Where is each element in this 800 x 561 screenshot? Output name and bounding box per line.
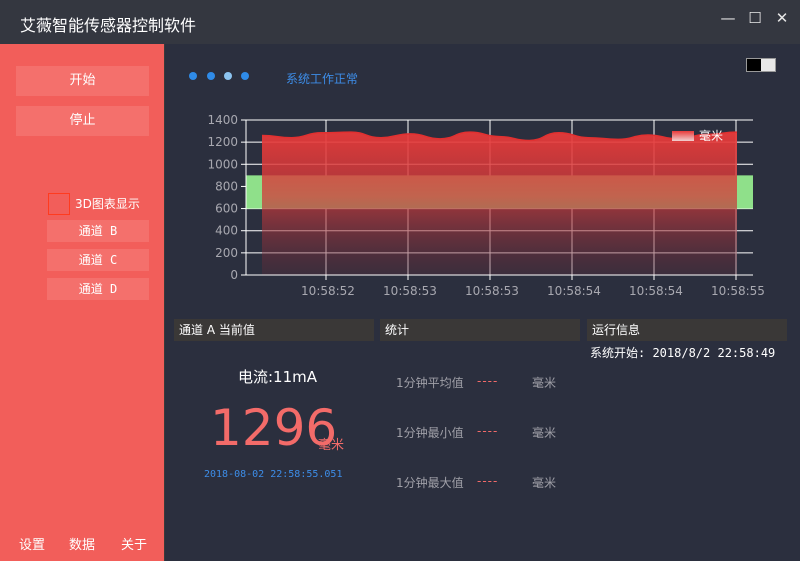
stat-min-label: 1分钟最小值 [396,426,464,440]
sensor-chart: 0 200 400 600 800 1000 1200 1400 10:58:52 10:58:5… [207,113,765,298]
maximize-button[interactable]: ☐ [743,8,767,28]
status-dot [224,72,232,80]
y-tick-label: 1400 [207,113,238,127]
sidebar: 开始 停止 3D图表显示 通道 B 通道 C 通道 D 设置 数据 关于 [0,44,165,561]
y-tick-label: 800 [215,179,238,193]
x-tick-label: 10:58:55 [711,284,765,298]
x-tick-label: 10:58:53 [383,284,437,298]
start-button[interactable]: 开始 [16,66,149,96]
y-tick-label: 400 [215,224,238,238]
stat-min-unit: 毫米 [532,426,557,440]
y-tick-label: 200 [215,246,238,260]
run-info-header: 运行信息 [587,319,787,341]
current-unit: 毫米 [318,438,345,453]
minimize-button[interactable]: — [716,8,740,28]
stat-max-value: ---- [477,474,499,488]
toggle-knob [747,59,761,71]
x-tick-label: 10:58:54 [629,284,683,298]
app-window: 艾薇智能传感器控制软件 — ☐ ✕ 开始 停止 3D图表显示 通道 B 通道 C… [0,0,800,561]
stat-avg-unit: 毫米 [532,376,557,390]
stop-button[interactable]: 停止 [16,106,149,136]
close-button[interactable]: ✕ [770,8,794,28]
title-bar: 艾薇智能传感器控制软件 — ☐ ✕ [0,0,800,44]
y-tick-label: 600 [215,202,238,216]
channel-d-button[interactable]: 通道 D [47,278,149,300]
app-title: 艾薇智能传感器控制软件 [20,16,197,35]
status-text: 系统工作正常 [286,72,359,86]
stat-avg-label: 1分钟平均值 [396,376,464,390]
x-tick-label: 10:58:52 [301,284,355,298]
legend-label: 毫米 [699,128,723,143]
x-tick-label: 10:58:53 [465,284,519,298]
stat-avg-value: ---- [477,374,499,388]
current-label: 电流:11mA [238,368,318,386]
settings-link[interactable]: 设置 [19,534,45,553]
y-tick-label: 0 [230,268,238,282]
status-dot [207,72,215,80]
about-link[interactable]: 关于 [121,534,147,553]
stat-min-value: ---- [477,424,499,438]
timestamp: 2018-08-02 22:58:55.051 [204,469,343,480]
x-tick-label: 10:58:54 [547,284,601,298]
stat-max-label: 1分钟最大值 [396,476,464,490]
status-dot [189,72,197,80]
data-link[interactable]: 数据 [69,534,95,553]
series-area [262,132,737,275]
channel-b-button[interactable]: 通道 B [47,220,149,242]
theme-toggle[interactable] [746,58,776,72]
y-tick-label: 1000 [207,157,238,171]
status-dot [241,72,249,80]
3d-chart-checkbox[interactable] [48,193,70,215]
channel-c-button[interactable]: 通道 C [47,249,149,271]
y-tick-label: 1200 [207,135,238,149]
legend-swatch [672,131,694,141]
stat-max-unit: 毫米 [532,476,557,490]
current-panel-header: 通道 A 当前值 [174,319,374,341]
stats-panel-header: 统计 [380,319,580,341]
run-start-time: 系统开始: 2018/8/2 22:58:49 [590,346,776,360]
3d-chart-checkbox-label[interactable]: 3D图表显示 [75,195,140,212]
